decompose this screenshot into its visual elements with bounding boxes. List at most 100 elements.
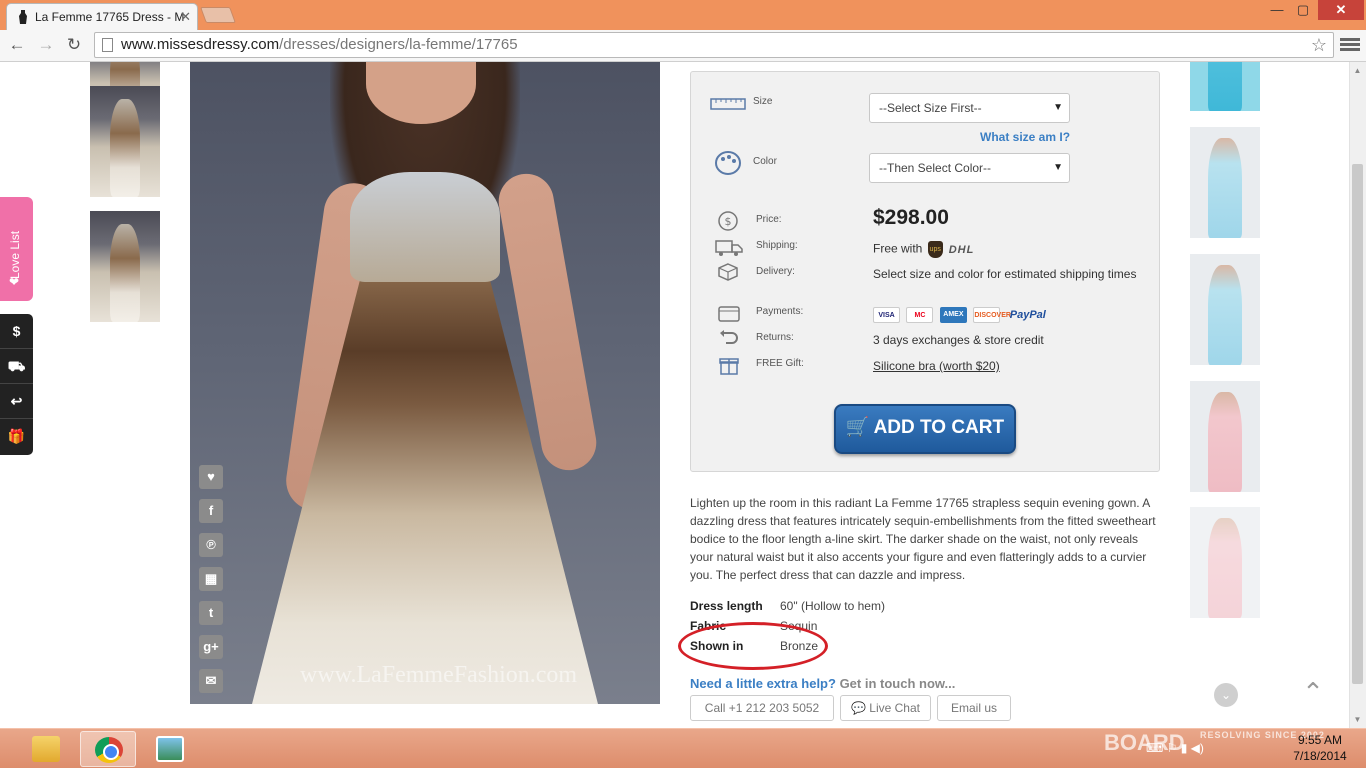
love-list-label: Love List <box>8 230 22 279</box>
pinterest-icon[interactable]: ℗ <box>199 533 223 557</box>
browser-tab[interactable]: La Femme 17765 Dress - M ✕ <box>6 3 198 30</box>
size-label: Size <box>753 96 773 107</box>
new-tab-button[interactable] <box>200 7 236 23</box>
email-us-button[interactable]: Email us <box>937 695 1011 721</box>
ups-logo-icon: ups <box>927 241 943 258</box>
page-viewport: www.LaFemmeFashion.com ♥ f ℗ ▦ t g+ ✉ Si… <box>0 62 1366 728</box>
payment-cards: VISA MC AMEX DISCOVER PayPal <box>873 306 1051 324</box>
chrome-menu-icon[interactable] <box>1340 36 1360 56</box>
back-to-top-icon[interactable]: ⌃ <box>1298 679 1328 705</box>
close-window-button[interactable]: ✕ <box>1318 0 1364 20</box>
quick-info-bar: $ ⛟ ↩ 🎁 <box>0 314 33 455</box>
tab-close-icon[interactable]: ✕ <box>180 4 191 30</box>
related-dress-thumbnail[interactable] <box>1190 62 1260 111</box>
browser-titlebar: La Femme 17765 Dress - M ✕ — ▢ ✕ <box>0 0 1366 30</box>
help-heading: Need a little extra help? Get in touch n… <box>690 676 955 691</box>
price-info-icon[interactable]: $ <box>0 314 33 349</box>
dhl-logo-icon: DHL <box>948 243 975 256</box>
gift-link[interactable]: Silicone bra (worth $20) <box>873 359 1000 373</box>
discover-icon: DISCOVER <box>973 306 1011 323</box>
maximize-button[interactable]: ▢ <box>1290 0 1316 20</box>
minimize-button[interactable]: — <box>1264 0 1290 20</box>
add-to-cart-button[interactable]: 🛒 ADD TO CART <box>834 404 1016 454</box>
heart-icon: ❤ <box>9 275 20 289</box>
gift-box-icon[interactable]: 🎁 <box>0 419 33 454</box>
returns-label: Returns: <box>756 332 794 343</box>
delivery-label: Delivery: <box>756 266 795 277</box>
box-icon <box>718 263 738 281</box>
grid-icon[interactable]: ▦ <box>199 567 223 591</box>
page-icon <box>102 38 113 52</box>
paypal-icon: PayPal <box>1009 308 1046 321</box>
back-button[interactable]: ← <box>6 34 28 56</box>
product-thumbnail[interactable] <box>90 86 160 197</box>
windows-taskbar: BOARD RESOLVING SINCE 2002 ⌨ ⚐ ▮ ◀) 9:55 … <box>0 728 1366 768</box>
email-share-icon[interactable]: ✉ <box>199 669 223 693</box>
size-select[interactable]: --Select Size First-- ▼ <box>869 93 1070 123</box>
browser-toolbar: ← → ↻ www.missesdressy.com/dresses/desig… <box>0 30 1366 62</box>
purchase-panel: Size --Select Size First-- ▼ What size am… <box>690 71 1160 472</box>
size-help-link[interactable]: What size am I? <box>980 130 1070 144</box>
tab-title: La Femme 17765 Dress - M <box>35 10 185 24</box>
scroll-up-arrow-icon[interactable]: ▲ <box>1349 62 1366 79</box>
reload-button[interactable]: ↻ <box>63 34 85 56</box>
gift-icon <box>719 358 739 375</box>
spec-label-length: Dress length <box>690 599 763 613</box>
shipping-label: Shipping: <box>756 240 798 251</box>
scroll-down-arrow-icon[interactable]: ▼ <box>1349 711 1366 728</box>
twitter-icon[interactable]: t <box>199 601 223 625</box>
facebook-icon[interactable]: f <box>199 499 223 523</box>
dollar-icon: $ <box>718 211 738 231</box>
returns-icon[interactable]: ↩ <box>0 384 33 419</box>
call-button[interactable]: Call +1 212 203 5052 <box>690 695 834 721</box>
clock-time: 9:55 AM <box>1297 733 1343 747</box>
love-list-tab[interactable]: Love List ❤ <box>0 197 33 301</box>
return-arrow-icon <box>720 330 738 344</box>
help-title[interactable]: Need a little extra help? <box>690 676 836 691</box>
taskbar-chrome-button[interactable] <box>80 731 136 767</box>
color-select[interactable]: --Then Select Color-- ▼ <box>869 153 1070 183</box>
clock-date: 7/18/2014 <box>1293 749 1347 763</box>
svg-text:$: $ <box>725 215 732 228</box>
palette-icon <box>715 151 741 175</box>
shipping-truck-icon[interactable]: ⛟ <box>0 349 33 384</box>
returns-value: 3 days exchanges & store credit <box>873 333 1044 347</box>
bookmark-star-icon[interactable]: ☆ <box>1311 33 1327 57</box>
cart-icon: 🛒 <box>845 417 870 438</box>
chat-bubble-icon: 💬 <box>851 701 866 715</box>
forward-button[interactable]: → <box>35 34 57 56</box>
payments-label: Payments: <box>756 306 804 317</box>
related-dress-thumbnail[interactable] <box>1190 127 1260 238</box>
product-thumbnail[interactable] <box>90 211 160 322</box>
folder-icon <box>32 736 60 762</box>
help-subtitle: Get in touch now... <box>839 676 956 691</box>
taskbar-explorer-button[interactable] <box>18 731 74 767</box>
chevron-down-icon[interactable]: ⌄ <box>1214 683 1238 707</box>
scrollbar-thumb[interactable] <box>1352 164 1363 684</box>
live-chat-button[interactable]: 💬 Live Chat <box>840 695 931 721</box>
love-heart-icon[interactable]: ♥ <box>199 465 223 489</box>
address-bar[interactable]: www.missesdressy.com/dresses/designers/l… <box>94 32 1334 58</box>
delivery-value: Select size and color for estimated ship… <box>873 267 1137 281</box>
taskbar-clock[interactable]: 9:55 AM 7/18/2014 <box>1280 732 1360 764</box>
google-plus-icon[interactable]: g+ <box>199 635 223 659</box>
ruler-icon <box>710 98 746 110</box>
main-product-photo[interactable]: www.LaFemmeFashion.com <box>190 62 660 704</box>
visa-icon: VISA <box>873 306 900 323</box>
related-dress-thumbnail[interactable] <box>1190 381 1260 492</box>
url-path: /dresses/designers/la-femme/17765 <box>279 36 518 53</box>
shipping-value: Free with ups DHL <box>873 241 974 258</box>
spec-value-length: 60" (Hollow to hem) <box>780 599 885 613</box>
color-label: Color <box>753 156 777 167</box>
wallet-icon <box>718 306 740 322</box>
truck-icon <box>715 240 743 256</box>
gift-label: FREE Gift: <box>756 358 804 369</box>
taskbar-photos-button[interactable] <box>142 731 198 767</box>
related-dress-thumbnail[interactable] <box>1190 254 1260 365</box>
mastercard-icon: MC <box>906 306 934 323</box>
photos-icon <box>156 736 184 762</box>
system-tray-icons[interactable]: ⌨ ⚐ ▮ ◀) <box>1146 741 1276 759</box>
dress-favicon-icon <box>19 10 27 24</box>
amex-icon: AMEX <box>939 306 967 323</box>
chrome-icon <box>95 737 123 763</box>
